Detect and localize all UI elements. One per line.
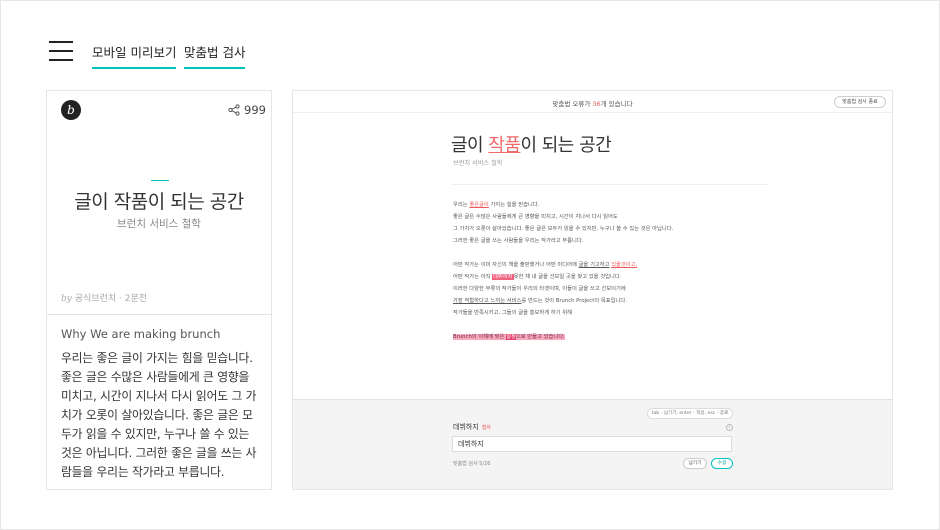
mobile-preview-panel: b 999 글이 작품이 되는 공간 브런치 서비스 철학 by 공식브런치 ·…	[46, 90, 272, 490]
spell-error-word[interactable]: 있을것이고,	[611, 262, 637, 268]
spell-error-word[interactable]: 좋은글이	[469, 202, 489, 208]
spell-error-word[interactable]: 작품	[488, 135, 521, 156]
body-line: 그러한 좋은 글을 쓰는 사람들을 우리는 작가라고 부릅니다.	[453, 238, 584, 244]
text-span: 가지는 힘을 믿습니다.	[488, 202, 540, 208]
text-span: Brunch의 이해에 맞은	[453, 334, 507, 340]
body-line: 어떤 작가는 아직 데뷔하지못한 채 내 글을 선보일 곳을 찾고 있을 것입니…	[453, 271, 753, 283]
byline-author: 공식브런치 · 2분전	[74, 294, 148, 304]
body-text: 우리는 좋은 글이 가지는 힘을 믿습니다. 좋은 글은 수많은 사람들에게 큰…	[61, 351, 257, 479]
editor-title[interactable]: 글이 작품이 되는 공간	[451, 131, 612, 157]
body-line: 좋은 글은 수많은 사람들에게 큰 영향을 미치고, 시간이 지나서 다시 읽어…	[453, 214, 618, 220]
text-span: 를 만드는 것이 Brunch Project의 목표입니다.	[521, 298, 627, 304]
body-line: 이러한 다양한 부류의 작가들이 우리의 타겟이며, 이들이 글을 쓰고 선보이…	[453, 286, 626, 292]
title-part: 이 되는 공간	[520, 135, 612, 156]
cover-area: b 999 글이 작품이 되는 공간 브런치 서비스 철학 by 공식브런치 ·…	[47, 91, 271, 315]
body-line: 어떤 작가는 이미 자신의 책을 출판했거나 어떤 미디어에 글을 기고하고 있…	[453, 259, 753, 271]
brunch-logo-icon[interactable]: b	[61, 100, 81, 120]
byline-prefix: by	[61, 294, 72, 304]
text-span: 우리는	[453, 202, 470, 208]
tab-spell-check[interactable]: 맞춤법 검사	[184, 42, 246, 69]
status-prefix: 맞춤법 오류가	[552, 100, 593, 108]
error-word-label: 데뷔하지	[453, 423, 479, 431]
body-line: 우리는 좋은글이 가지는 힘을 믿습니다.	[453, 199, 753, 211]
grammar-underline[interactable]: 글을 기고하고	[579, 262, 610, 268]
end-spell-check-button[interactable]: 맞춤법 검사 종료	[834, 96, 886, 108]
body-heading: Why We are making brunch	[61, 327, 221, 341]
divider	[451, 184, 767, 185]
article-title: 글이 작품이 되는 공간	[74, 191, 244, 213]
title-accent-line	[151, 180, 169, 181]
keyboard-hint: tab - 넘기기, enter - 적용, esc - 종료	[647, 408, 733, 419]
error-type-tag: 철자	[481, 425, 491, 431]
body-line: 그 가치가 오롯이 살아있습니다. 좋은 글은 모두가 읽을 수 있지만, 누구…	[453, 226, 674, 232]
text-span: 어떤 작가는 아직	[453, 274, 493, 280]
share-button[interactable]: 999	[228, 103, 266, 117]
body-line: 작가들을 반족시키고, 그들의 글을 홍보하게 하기 위해	[453, 310, 572, 316]
text-span: 으로 만들고 있습니다.	[515, 334, 565, 340]
spell-error-word[interactable]: 설정	[506, 334, 516, 340]
byline: by 공식브런치 · 2분전	[61, 291, 147, 304]
current-error-word: 데뷔하지 철자	[453, 422, 491, 432]
status-suffix: 개 있습니다	[600, 100, 633, 108]
share-count: 999	[244, 103, 266, 117]
body-line: 가장 적합하다고 느끼는 서비스를 만드는 것이 Brunch Project의…	[453, 295, 753, 307]
suggestion-input[interactable]: 데뷔하지	[452, 436, 732, 452]
text-span: 못한 채 내 글을 선보일 곳을 찾고 있을 것입니다.	[513, 274, 622, 280]
spell-check-progress: 맞춤법 검사 5/26	[453, 461, 491, 467]
text-span: 어떤 작가는 이미 자신의 책을 출판했거나 어떤 미디어에	[453, 262, 579, 268]
skip-button[interactable]: 넘기기	[683, 458, 707, 469]
current-error-highlight[interactable]: 데뷔하지	[492, 274, 514, 280]
spell-check-editor: 맞춤법 오류가 36개 있습니다 맞춤법 검사 종료 글이 작품이 되는 공간 …	[292, 90, 893, 490]
info-icon[interactable]: i	[726, 424, 733, 431]
fix-button[interactable]: 수정	[711, 458, 733, 469]
error-count: 36	[592, 100, 601, 108]
editor-top-bar: 맞춤법 오류가 36개 있습니다 맞춤법 검사 종료	[293, 91, 892, 113]
spell-error-status: 맞춤법 오류가 36개 있습니다	[293, 98, 892, 108]
menu-icon[interactable]	[49, 40, 73, 62]
title-part: 글이	[451, 135, 489, 156]
grammar-underline[interactable]: 가장 적합하다고 느끼는 서비스	[453, 298, 521, 304]
spell-check-panel: tab - 넘기기, enter - 적용, esc - 종료 데뷔하지 철자 i…	[293, 399, 892, 489]
tab-mobile-preview[interactable]: 모바일 미리보기	[92, 42, 177, 69]
editor-subtitle: 브런치 서비스 철학	[453, 160, 503, 167]
editor-body[interactable]: 우리는 좋은글이 가지는 힘을 믿습니다. 좋은 글은 수많은 사람들에게 큰 …	[453, 199, 753, 343]
share-icon	[228, 104, 240, 116]
body-line: Brunch의 이해에 맞은 설정으로 만들고 있습니다.	[453, 331, 753, 343]
highlighted-sentence[interactable]: Brunch의 이해에 맞은 설정으로 만들고 있습니다.	[453, 334, 565, 340]
article-subtitle: 브런치 서비스 철학	[117, 218, 201, 230]
